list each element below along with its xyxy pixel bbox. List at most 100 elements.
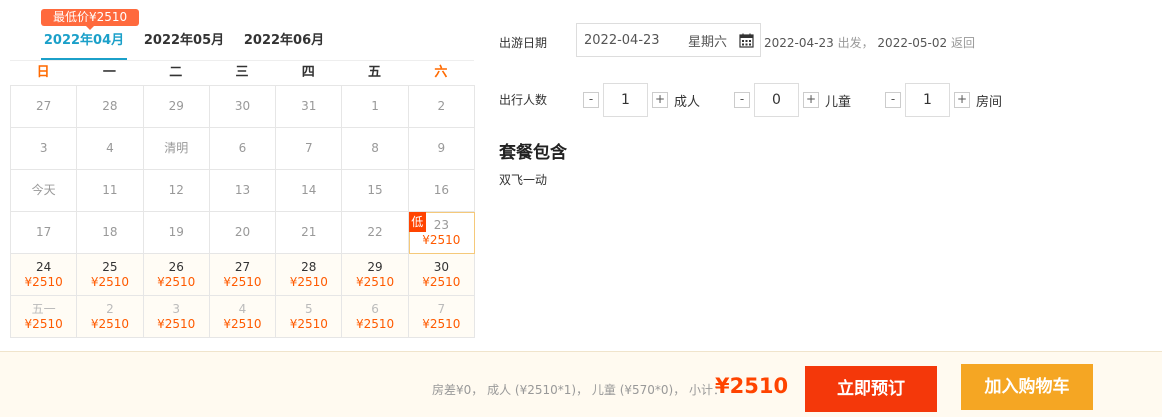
day-price: ¥2510 [157,316,196,331]
day-price: ¥2510 [289,316,328,331]
calendar-day: 16 [408,170,475,212]
day-price: ¥2510 [289,274,328,289]
calendar-icon [739,33,754,48]
calendar-grid: 27 28 29 30 31 1 2 3 4 清明 6 7 8 9 今天 11 12 13 14 15 16 17 18 19… [10,85,475,338]
day-number: 27 [234,259,251,274]
calendar-day: 18 [77,212,144,254]
day-price: ¥2510 [422,232,461,247]
day-number: 9 [437,141,446,155]
package-title: 套餐包含 [499,143,567,163]
adult-unit: 成人 [674,94,701,110]
day-number: 25 [102,259,118,274]
day-number: 22 [367,225,383,239]
calendar-day: 9 [408,128,475,170]
day-number: 29 [168,99,184,113]
day-number: 4 [238,301,247,316]
day-number: 30 [433,259,449,274]
calendar-day: 20 [209,212,277,254]
calendar-day[interactable]: 28 ¥2510 [276,254,343,296]
add-to-cart-button[interactable]: 加入购物车 [961,364,1093,410]
travel-date-picker[interactable]: 2022-04-23 星期六 [576,23,761,57]
day-number: 21 [301,225,317,239]
calendar-day: 今天 [11,170,78,212]
package-content: 双飞一动 [499,173,548,187]
day-number: 五一 [31,301,56,316]
calendar-day-selected[interactable]: 低 23 ¥2510 [408,212,475,254]
adult-plus-button[interactable]: + [652,92,668,108]
weekday-wed: 三 [235,65,249,80]
room-plus-button[interactable]: + [954,92,970,108]
day-number: 15 [367,183,383,197]
calendar-day: 2 [408,86,475,128]
weekday-header: 日 一 二 三 四 五 六 [10,60,474,86]
day-number: 7 [304,141,313,155]
day-number: 30 [234,99,251,113]
range-start-date: 2022-04-23 [764,36,834,50]
adult-count[interactable]: 1 [603,83,648,117]
calendar-day[interactable]: 3 ¥2510 [143,296,210,338]
day-number: 12 [168,183,184,197]
calendar-day[interactable]: 27 ¥2510 [209,254,277,296]
weekday-thu: 四 [301,65,315,80]
lowest-price-tag: 低 [408,212,426,232]
lowest-price-badge: 最低价¥2510 [41,9,140,30]
calendar-day[interactable]: 5 ¥2510 [276,296,343,338]
calendar-day: 7 [276,128,343,170]
day-price: ¥2510 [223,316,262,331]
calendar-day[interactable]: 30 ¥2510 [408,254,475,296]
order-footer: 房差¥0， 成人 (¥2510*1)， 儿童 (¥570*0)， 小计： ¥25… [0,351,1162,417]
room-minus-button[interactable]: - [885,92,901,108]
day-price: ¥2510 [90,316,130,331]
tab-month-2022-04[interactable]: 2022年04月 [41,30,127,60]
calendar-day[interactable]: 五一 ¥2510 [11,296,78,338]
day-number: 26 [168,259,184,274]
day-number: 清明 [164,141,189,155]
calendar-day[interactable]: 4 ¥2510 [209,296,277,338]
tab-month-2022-05[interactable]: 2022年05月 [141,30,227,60]
calendar-day[interactable]: 26 ¥2510 [143,254,210,296]
day-number: 19 [168,225,184,239]
calendar-day: 28 [77,86,144,128]
child-count[interactable]: 0 [754,83,799,117]
calendar-day[interactable]: 2 ¥2510 [77,296,144,338]
calendar-day[interactable]: 25 ¥2510 [77,254,144,296]
calendar-day[interactable]: 24 ¥2510 [11,254,78,296]
child-minus-button[interactable]: - [734,92,750,108]
calendar-day: 清明 [143,128,210,170]
day-price: ¥2510 [90,274,130,289]
travelers-label: 出行人数 [499,93,548,107]
day-number: 29 [367,259,383,274]
day-price: ¥2510 [422,274,461,289]
day-number: 28 [102,99,118,113]
calendar-day[interactable]: 7 ¥2510 [408,296,475,338]
travel-date-label: 出游日期 [499,36,548,50]
day-number: 3 [172,301,181,316]
book-now-button[interactable]: 立即预订 [805,366,937,412]
calendar-day: 30 [209,86,277,128]
day-number: 23 [433,217,449,232]
day-number: 27 [36,99,52,113]
calendar-day: 14 [276,170,343,212]
calendar-day: 3 [11,128,78,170]
day-price: ¥2510 [24,274,63,289]
calendar-day: 21 [276,212,343,254]
calendar-day: 22 [342,212,409,254]
range-end-word: 返回 [951,36,976,50]
calendar-day: 29 [143,86,210,128]
child-plus-button[interactable]: + [803,92,819,108]
month-tabs: 2022年04月 2022年05月 2022年06月 [41,30,341,60]
day-number: 31 [301,99,317,113]
travel-weekday: 星期六 [687,34,727,50]
calendar-day: 13 [209,170,277,212]
day-number: 今天 [31,183,56,197]
day-number: 7 [437,301,446,316]
tab-month-2022-06[interactable]: 2022年06月 [241,30,327,60]
calendar-day[interactable]: 6 ¥2510 [342,296,409,338]
travel-date-value: 2022-04-23 [584,32,660,48]
calendar-day[interactable]: 29 ¥2510 [342,254,409,296]
weekday-sun: 日 [36,65,50,80]
weekday-fri: 五 [368,65,382,80]
calendar-day: 15 [342,170,409,212]
adult-minus-button[interactable]: - [583,92,599,108]
room-count[interactable]: 1 [905,83,950,117]
